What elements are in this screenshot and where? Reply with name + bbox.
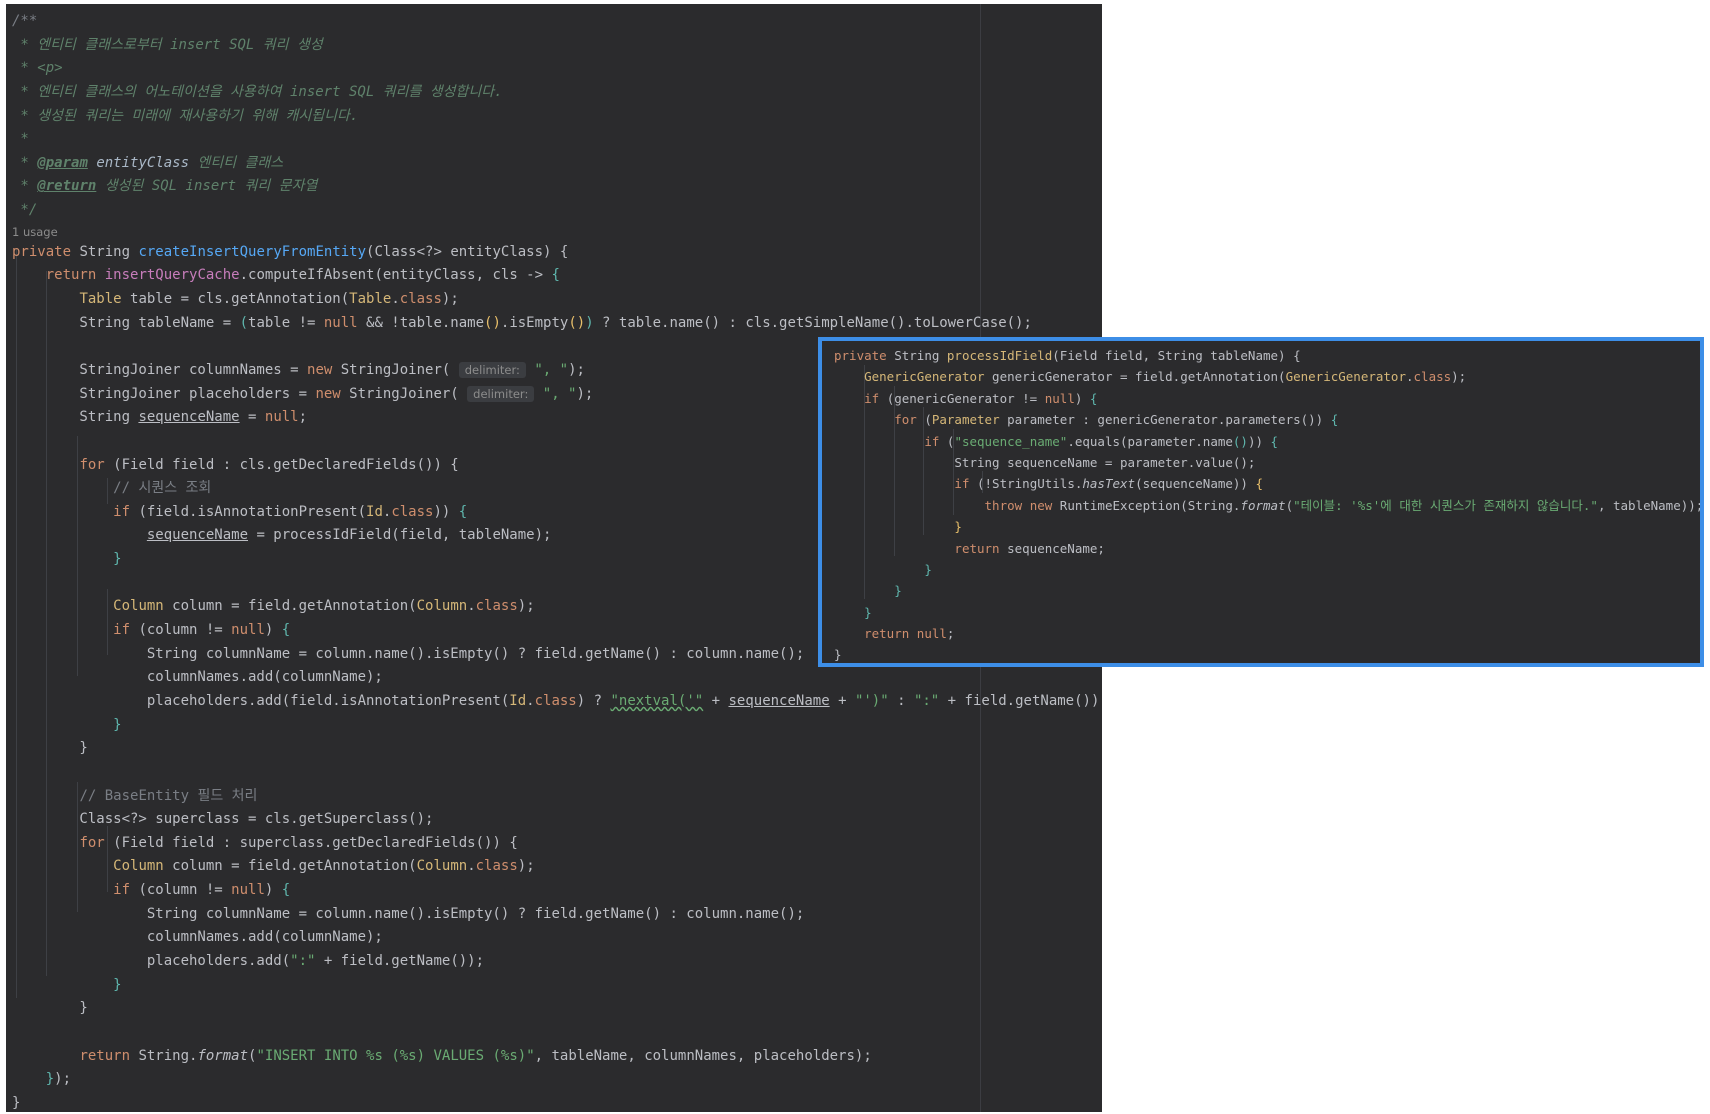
code-line: columnNames.add(columnName);: [12, 929, 383, 946]
code-line: return sequenceName;: [954, 540, 1105, 556]
code-line: });: [45, 1071, 72, 1088]
code-line: return insertQueryCache.computeIfAbsent(…: [45, 267, 560, 284]
code-line: if (genericGenerator != null) {: [864, 390, 1098, 406]
code-line: * 엔티티 클래스의 어노테이션을 사용하여 insert SQL 쿼리를 생성…: [12, 83, 503, 100]
code-line: Class<?> superclass = cls.getSuperclass(…: [12, 811, 434, 828]
code-line: return null;: [864, 626, 955, 642]
code-line: placeholders.add(field.isAnnotationPrese…: [12, 692, 1102, 709]
inline-comment: // 시퀀스 조회: [113, 480, 212, 497]
code-line: * 생성된 쿼리는 미래에 재사용하기 위해 캐시됩니다.: [12, 107, 359, 124]
code-line: }: [864, 604, 872, 620]
code-line: }: [12, 1094, 21, 1111]
code-line: /**: [12, 10, 1102, 34]
param-hint: delimiter:: [458, 361, 526, 378]
code-line: Column column = field.getAnnotation(Colu…: [113, 858, 535, 875]
code-line: // BaseEntity 필드 처리: [12, 785, 1102, 809]
code-line: String columnName = column.name().isEmpt…: [12, 905, 805, 922]
code-line: columnNames.add(columnName);: [12, 669, 383, 686]
code-line: *: [12, 131, 29, 148]
inline-comment: // BaseEntity 필드 처리: [79, 787, 258, 804]
code-line: }: [954, 519, 962, 535]
code-line: * @param entityClass 엔티티 클래스: [12, 154, 284, 171]
code-line: }: [113, 716, 122, 733]
popup-code-lines: private String processIdField(Field fiel…: [834, 345, 1704, 663]
code-line: Table table = cls.getAnnotation(Table.cl…: [79, 291, 459, 308]
code-line: throw new RuntimeException(String.format…: [984, 497, 1704, 513]
code-line: String sequenceName = parameter.value();: [834, 454, 1256, 470]
code-line: * @return 생성된 SQL insert 쿼리 문자열: [12, 178, 318, 195]
code-line: * 엔티티 클래스로부터 insert SQL 쿼리 생성: [12, 36, 323, 53]
code-line: }: [12, 740, 88, 757]
code-line: }: [113, 976, 122, 993]
code-line: * <p>: [12, 60, 63, 77]
doc-comment: /**: [12, 13, 38, 29]
code-line: if (!StringUtils.hasText(sequenceName)) …: [954, 476, 1264, 492]
usage-hint[interactable]: 1 usage: [12, 223, 1102, 241]
code-line: }: [894, 583, 902, 599]
code-line: GenericGenerator genericGenerator = fiel…: [864, 369, 1467, 385]
code-line: String tableName = (table != null && !ta…: [12, 314, 1032, 331]
code-line: }: [12, 1000, 88, 1017]
code-line: private String createInsertQueryFromEnti…: [12, 243, 569, 260]
code-line: }: [924, 561, 932, 577]
code-line: private String processIdField(Field fiel…: [834, 348, 1301, 363]
param-hint: delimiter:: [467, 385, 535, 402]
code-line: for (Field field : superclass.getDeclare…: [79, 834, 518, 851]
code-line: if (column != null) {: [113, 882, 291, 899]
code-line: if ("sequence_name".equals(parameter.nam…: [924, 433, 1279, 449]
code-line: }: [834, 647, 842, 663]
code-line: */: [12, 202, 38, 219]
code-line: return String.format("INSERT INTO %s (%s…: [79, 1047, 872, 1064]
code-line: placeholders.add(":" + field.getName());: [12, 952, 485, 969]
process-id-field-popup: private String processIdField(Field fiel…: [818, 337, 1704, 667]
code-line: for (Parameter parameter : genericGenera…: [894, 412, 1339, 428]
